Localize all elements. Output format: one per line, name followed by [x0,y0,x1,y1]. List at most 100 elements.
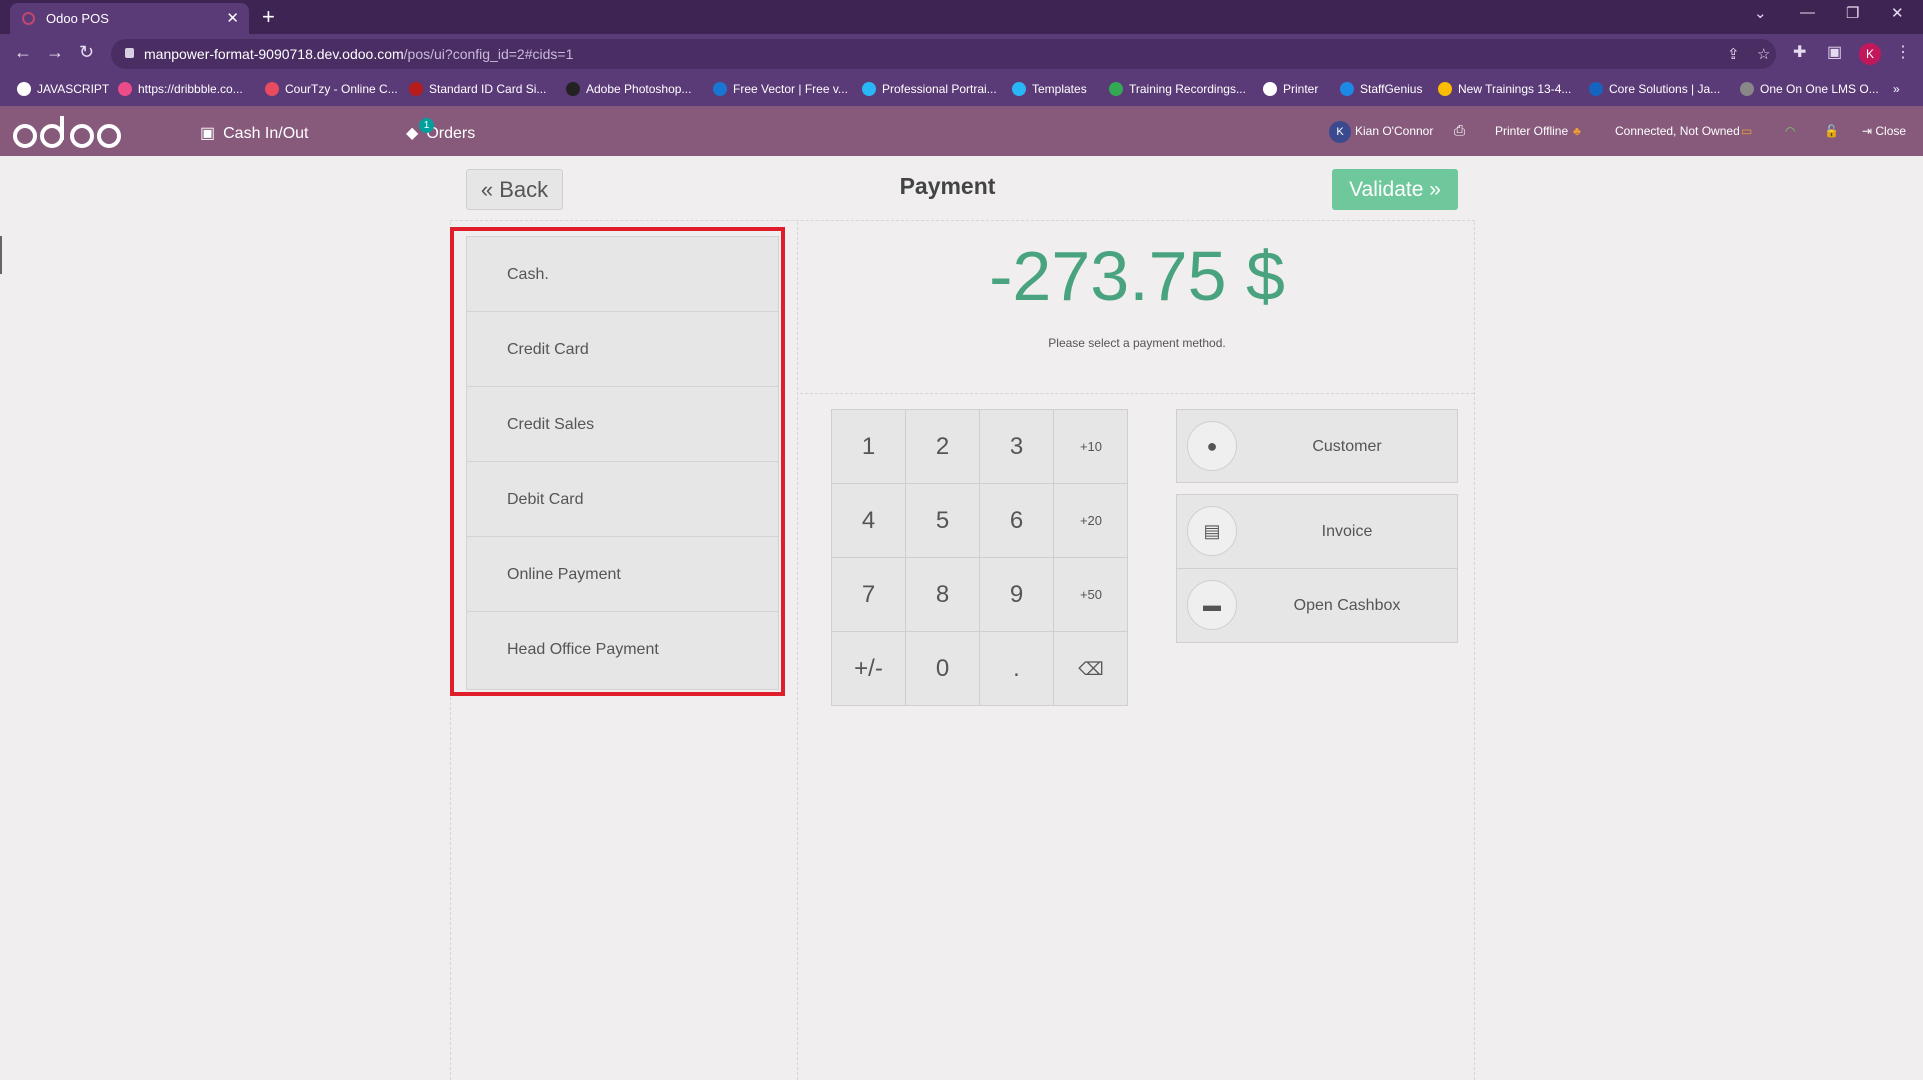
open-cashbox-button[interactable]: ▬ Open Cashbox [1177,569,1457,643]
backspace-icon[interactable]: ⌫ [1054,632,1128,706]
bookmark-item[interactable]: Free Vector | Free v... [713,82,848,96]
bookmark-favicon-icon [1263,82,1277,96]
bookmark-favicon-icon [118,82,132,96]
orders-button[interactable]: ◆ Orders [406,123,475,143]
tab-title: Odoo POS [46,11,109,26]
bookmark-item[interactable]: JAVASCRIPT [17,82,109,96]
bookmark-item[interactable]: Printer [1263,82,1318,96]
bookmark-item[interactable]: Training Recordings... [1109,82,1246,96]
bookmark-favicon-icon [1340,82,1354,96]
bookmark-label: Printer [1283,82,1319,96]
bookmark-star-icon[interactable]: ☆ [1757,45,1770,63]
close-tab-icon[interactable]: ✕ [226,9,239,27]
extensions-icon[interactable]: ✚ [1793,42,1806,62]
money-icon: ▣ [200,125,216,142]
url-field[interactable]: manpower-format-9090718.dev.odoo.com/pos… [111,39,1776,69]
reload-icon[interactable]: ↻ [79,42,94,63]
new-tab-icon[interactable]: + [262,4,275,30]
printer-status[interactable]: Printer Offline [1495,124,1568,138]
bookmark-favicon-icon [1438,82,1452,96]
bookmark-label: JAVASCRIPT [37,82,110,96]
numpad-key-5[interactable]: 5 [906,484,980,558]
address-bar-row: ← → ↻ manpower-format-9090718.dev.odoo.c… [0,34,1923,74]
more-bookmarks-icon[interactable]: » [1893,82,1900,96]
restore-icon[interactable]: ❐ [1846,4,1859,22]
numpad-key-2[interactable]: 2 [906,410,980,484]
back-button[interactable]: « Back [466,169,563,210]
numpad-key-9[interactable]: 9 [980,558,1054,632]
back-arrow-icon[interactable]: ← [14,42,32,63]
tag-icon: ◆ [406,125,419,142]
divider [450,220,1475,221]
bookmark-favicon-icon [566,82,580,96]
bookmark-item[interactable]: Core Solutions | Ja... [1589,82,1720,96]
side-panel-icon[interactable]: ▣ [1827,42,1842,62]
divider [1474,222,1475,1080]
bookmark-favicon-icon [409,82,423,96]
bookmark-favicon-icon [862,82,876,96]
numpad-key-6[interactable]: 6 [980,484,1054,558]
profile-avatar[interactable]: K [1859,43,1881,65]
numpad-key-4[interactable]: 4 [832,484,906,558]
numpad-key-3[interactable]: 3 [980,410,1054,484]
bookmark-favicon-icon [17,82,31,96]
bookmark-label: Core Solutions | Ja... [1609,82,1721,96]
bookmark-item[interactable]: One On One LMS O... [1740,82,1879,96]
browser-tab[interactable]: Odoo POS ✕ [10,3,249,34]
customer-button[interactable]: ● Customer [1176,409,1458,483]
bookmark-favicon-icon [1589,82,1603,96]
numpad-key-plus20[interactable]: +20 [1054,484,1128,558]
numpad-key-plus50[interactable]: +50 [1054,558,1128,632]
invoice-button[interactable]: ▤ Invoice [1177,495,1457,569]
bookmark-item[interactable]: New Trainings 13-4... [1438,82,1571,96]
page-title: Payment [899,173,996,199]
bookmark-label: Templates [1032,82,1087,96]
network-status-icon: ♣ [1573,124,1581,138]
numpad: 1 2 3 +10 4 5 6 +20 7 8 9 +50 +/- 0 . ⌫ [831,409,1128,706]
amount-due: -273.75 $ [989,237,1285,315]
archive-icon: ▬ [1187,580,1237,630]
bookmark-item[interactable]: CourTzy - Online C... [265,82,398,96]
url-text: manpower-format-9090718.dev.odoo.com/pos… [144,46,574,62]
highlight-box [450,227,785,696]
numpad-key-0[interactable]: 0 [906,632,980,706]
numpad-key-decimal[interactable]: . [980,632,1054,706]
bookmarks-bar: JAVASCRIPT https://dribbble.co... CourTzy … [0,74,1923,106]
numpad-key-1[interactable]: 1 [832,410,906,484]
odoo-favicon-icon [22,12,35,25]
bookmark-item[interactable]: Standard ID Card Si... [409,82,546,96]
bookmark-favicon-icon [265,82,279,96]
cash-in-out-button[interactable]: ▣ Cash In/Out [200,123,309,143]
browser-tab-bar: Odoo POS ✕ + ⌄ — ❐ ✕ [0,0,1923,34]
unlock-icon: 🔓 [1824,124,1839,138]
bookmark-favicon-icon [1740,82,1754,96]
numpad-key-7[interactable]: 7 [832,558,906,632]
bookmark-item[interactable]: StaffGenius [1340,82,1422,96]
bookmark-label: One On One LMS O... [1760,82,1879,96]
invoice-cashbox-group: ▤ Invoice ▬ Open Cashbox [1176,494,1458,643]
forward-arrow-icon[interactable]: → [46,42,64,63]
bookmark-label: Adobe Photoshop... [586,82,692,96]
bookmark-item[interactable]: Professional Portrai... [862,82,997,96]
monitor-icon: ▭ [1741,124,1753,138]
numpad-key-plus10[interactable]: +10 [1054,410,1128,484]
bookmark-item[interactable]: https://dribbble.co... [118,82,243,96]
close-session-button[interactable]: ⇥ Close [1862,124,1906,138]
share-icon[interactable]: ⇪ [1727,45,1740,63]
cashier-avatar[interactable]: K [1329,121,1351,143]
bookmark-item[interactable]: Adobe Photoshop... [566,82,691,96]
tab-search-icon[interactable]: ⌄ [1754,4,1767,22]
odoo-logo [13,116,121,148]
scroll-indicator [0,236,2,274]
numpad-key-plus-minus[interactable]: +/- [832,632,906,706]
minimize-icon[interactable]: — [1800,4,1815,21]
validate-button[interactable]: Validate » [1332,169,1458,210]
connection-status[interactable]: Connected, Not Owned [1615,124,1740,138]
printer-icon[interactable]: ⎙ [1454,122,1465,139]
numpad-key-8[interactable]: 8 [906,558,980,632]
browser-menu-icon[interactable]: ⋮ [1895,42,1911,62]
window-close-icon[interactable]: ✕ [1891,4,1904,22]
bookmark-item[interactable]: Templates [1012,82,1087,96]
bookmark-label: https://dribbble.co... [138,82,243,96]
cashier-name[interactable]: Kian O'Connor [1355,124,1433,138]
